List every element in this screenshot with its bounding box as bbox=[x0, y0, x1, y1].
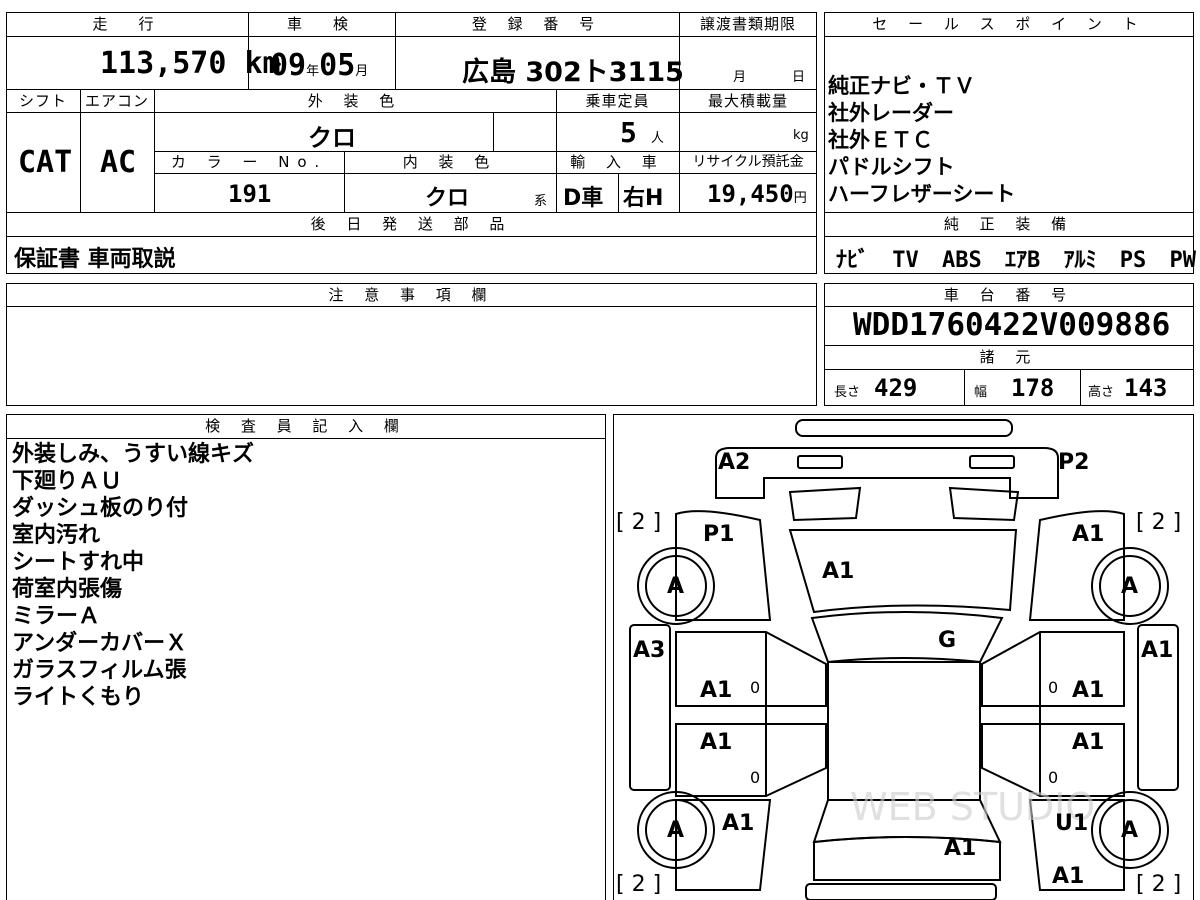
label-a1-right-front-door: A1 bbox=[1072, 678, 1105, 703]
inspection-date: 09年05月 bbox=[270, 48, 369, 83]
maxload-unit: kg bbox=[793, 128, 809, 143]
chassis-number: WDD1760422V009886 bbox=[853, 307, 1171, 343]
equip-abs: ABS bbox=[942, 248, 982, 273]
label-zero: 0 bbox=[750, 768, 761, 787]
label-a1-left-rear-door: A1 bbox=[700, 730, 733, 755]
equip-ps: PS bbox=[1119, 248, 1147, 273]
inspector-remark: 荷室内張傷 bbox=[12, 577, 123, 602]
sales-point-item: 社外ＥＴＣ bbox=[828, 128, 933, 152]
notes-header: 注 意 事 項 欄 bbox=[328, 286, 495, 304]
label-u1: U1 bbox=[1055, 811, 1089, 836]
interior-color-header: 内 装 色 bbox=[402, 153, 498, 171]
color-no-header: カ ラ ー No. bbox=[170, 153, 328, 171]
inspection-header: 車 検 bbox=[286, 15, 356, 33]
label-a3: A3 bbox=[633, 638, 666, 663]
later-parts-value: 保証書 車両取説 bbox=[14, 247, 176, 272]
inspector-remark: 外装しみ、うすい線キズ bbox=[12, 442, 255, 467]
label-a2: A2 bbox=[718, 450, 751, 475]
label-p2: P2 bbox=[1058, 450, 1090, 475]
label-a1-trunk: A1 bbox=[944, 836, 977, 861]
inspector-remark: 下廻りＡＵ bbox=[12, 469, 123, 494]
chassis-header: 車 台 番 号 bbox=[943, 286, 1075, 304]
import-value-handle: 右H bbox=[623, 186, 664, 211]
tire-rear-left-grade: A bbox=[667, 818, 685, 843]
equip-tv: TV bbox=[892, 248, 919, 273]
label-a1-right-rear-door: A1 bbox=[1072, 730, 1105, 755]
sales-point-item: 純正ナビ・ＴＶ bbox=[828, 74, 975, 98]
mileage-header: 走 行 bbox=[92, 15, 162, 33]
tire-tread-rear-left: [ 2 ] bbox=[616, 872, 662, 897]
headlight-left bbox=[797, 455, 843, 469]
interior-color-value: クロ bbox=[425, 186, 470, 211]
recycle-header: リサイクル預託金 bbox=[692, 154, 804, 170]
capacity-header: 乗車定員 bbox=[585, 92, 650, 110]
inspector-header: 検 査 員 記 入 欄 bbox=[205, 417, 407, 435]
width-spec: 幅 178 bbox=[974, 374, 1055, 402]
car-damage-diagram: WEB STUDIO bbox=[629, 419, 1179, 900]
equip-pw: PW bbox=[1169, 248, 1197, 273]
headlight-right bbox=[969, 455, 1015, 469]
equip-alloy: ｱﾙﾐ bbox=[1063, 248, 1097, 273]
tire-tread-rear-right: [ 2 ] bbox=[1136, 872, 1182, 897]
transfer-day: 日 bbox=[792, 70, 806, 85]
inspector-remark: アンダーカバーＸ bbox=[12, 631, 188, 656]
label-p1: P1 bbox=[703, 522, 735, 547]
roof-shape bbox=[827, 661, 981, 801]
label-a1-rear-right: A1 bbox=[1052, 864, 1085, 889]
later-parts-header: 後 日 発 送 部 品 bbox=[310, 215, 513, 233]
maxload-header: 最大積載量 bbox=[707, 92, 788, 110]
sales-point-item: 社外レーダー bbox=[828, 101, 954, 125]
exterior-color-header: 外 装 色 bbox=[307, 92, 403, 110]
inspector-remark: ダッシュ板のり付 bbox=[12, 496, 189, 521]
shift-value: CAT bbox=[18, 145, 73, 180]
tire-tread-front-right: [ 2 ] bbox=[1136, 510, 1182, 535]
exterior-color-value: クロ bbox=[308, 124, 356, 152]
shift-header: シフト bbox=[18, 92, 67, 110]
label-zero: 0 bbox=[1048, 678, 1059, 697]
length-spec: 長さ 429 bbox=[834, 374, 918, 402]
ac-value: AC bbox=[100, 145, 137, 180]
tire-rear-right-grade: A bbox=[1121, 818, 1139, 843]
color-no-value: 191 bbox=[228, 180, 272, 208]
tire-front-right-grade: A bbox=[1121, 574, 1139, 599]
capacity-value: 5人 bbox=[620, 116, 664, 149]
label-zero: 0 bbox=[1048, 768, 1059, 787]
height-spec: 高さ 143 bbox=[1088, 374, 1168, 402]
import-header: 輸 入 車 bbox=[570, 153, 665, 171]
genuine-equipment-header: 純 正 装 備 bbox=[943, 215, 1075, 233]
windshield-shape bbox=[810, 611, 1004, 664]
front-bumper-shape bbox=[795, 419, 1013, 437]
interior-color-suffix: 系 bbox=[534, 194, 548, 209]
import-value-dealer: D車 bbox=[563, 186, 604, 211]
equip-airbag: ｴｱB bbox=[1005, 248, 1041, 273]
sales-point-item: パドルシフト bbox=[828, 155, 955, 179]
label-zero: 0 bbox=[750, 678, 761, 697]
transfer-header: 譲渡書類期限 bbox=[699, 15, 796, 33]
label-a1-left-rear: A1 bbox=[722, 811, 755, 836]
inspector-remark: ガラスフィルム張 bbox=[12, 658, 187, 683]
inspector-remark: シートすれ中 bbox=[12, 550, 145, 575]
recycle-value: 19,450円 bbox=[707, 180, 807, 208]
tire-front-left-grade: A bbox=[667, 574, 685, 599]
label-a1-left-front-door: A1 bbox=[700, 678, 733, 703]
sales-points-header: セ ー ル ス ポ イ ン ト bbox=[872, 15, 1146, 33]
inspector-remark: 室内汚れ bbox=[12, 523, 101, 548]
tire-tread-front-left: [ 2 ] bbox=[616, 510, 662, 535]
ac-header: エアコン bbox=[84, 92, 149, 110]
spec-header: 諸 元 bbox=[979, 348, 1039, 366]
transfer-month: 月 bbox=[733, 70, 747, 85]
label-a1-right-side: A1 bbox=[1141, 638, 1174, 663]
registration-header: 登 録 番 号 bbox=[471, 15, 603, 33]
inspector-remark: ライトくもり bbox=[12, 685, 145, 710]
label-a1-front-right: A1 bbox=[1072, 522, 1105, 547]
label-a1-hood: A1 bbox=[822, 559, 855, 584]
rear-bumper-shape bbox=[805, 883, 997, 900]
equip-navi: ﾅﾋﾞ bbox=[836, 248, 870, 273]
inspector-remark: ミラーＡ bbox=[12, 604, 101, 629]
sales-point-item: ハーフレザーシート bbox=[828, 182, 1016, 206]
mileage-value: 113,570 km bbox=[100, 46, 281, 81]
registration-value: 広島 302ト3115 bbox=[462, 57, 684, 88]
genuine-equipment-list: ﾅﾋﾞ TV ABS ｴｱB ｱﾙﾐ PS PW bbox=[836, 242, 1196, 274]
label-g: G bbox=[938, 628, 957, 653]
